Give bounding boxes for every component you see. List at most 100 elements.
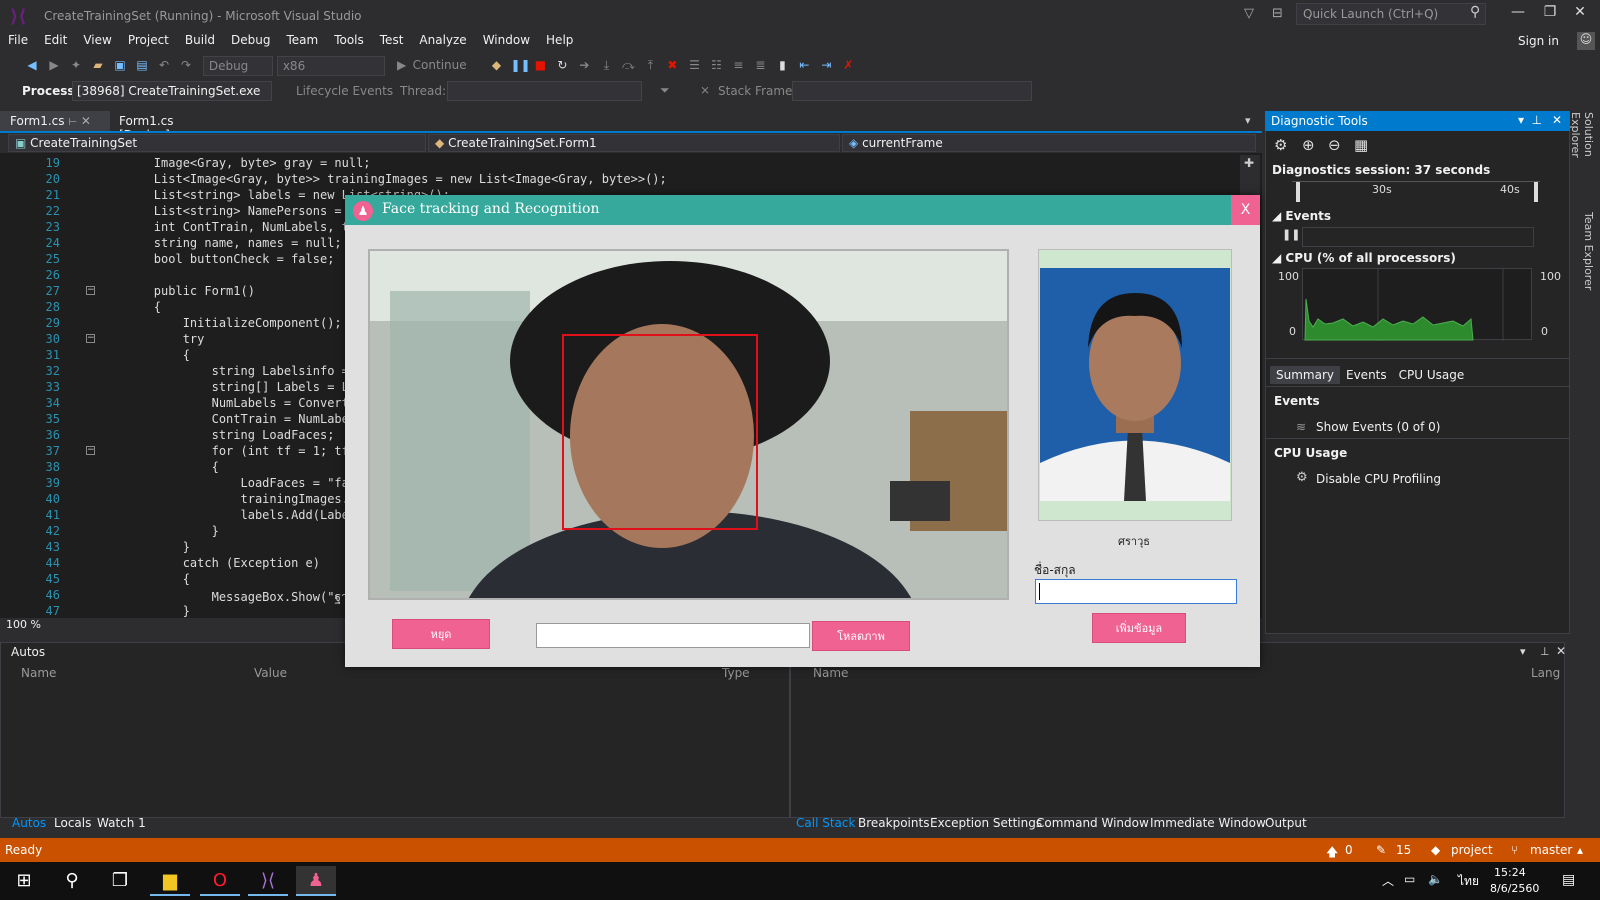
col-name[interactable]: Name <box>813 666 848 680</box>
windows-start-icon[interactable]: ⊞ <box>4 866 44 896</box>
code-line[interactable]: List<string> NamePersons = <box>96 204 342 218</box>
opera-browser-icon[interactable]: O <box>200 866 240 896</box>
code-line[interactable]: } <box>96 604 190 618</box>
solution-config-combo[interactable]: Debug <box>202 56 273 76</box>
col-type[interactable]: Type <box>722 666 750 680</box>
quick-launch-input[interactable]: Quick Launch (Ctrl+Q) <box>1296 3 1486 25</box>
menu-edit[interactable]: Edit <box>36 32 75 48</box>
code-line[interactable]: { <box>96 460 219 474</box>
events-section-header[interactable]: ◢ Events <box>1272 209 1331 223</box>
menu-window[interactable]: Window <box>475 32 538 48</box>
code-line[interactable]: } <box>96 540 190 554</box>
tab-form1-cs[interactable]: Form1.cs ⊢ ✕ <box>0 111 110 131</box>
branch-menu-icon[interactable]: ▴ <box>1577 843 1583 857</box>
file-explorer-icon[interactable]: ▆ <box>150 866 190 896</box>
menu-tools[interactable]: Tools <box>326 32 372 48</box>
lifecycle-events-button[interactable]: Lifecycle Events <box>296 84 393 98</box>
col-name[interactable]: Name <box>21 666 56 680</box>
code-line[interactable]: string LoadFaces; <box>96 428 335 442</box>
load-image-button[interactable]: โหลดภาพ <box>812 621 910 651</box>
code-line[interactable]: } <box>96 524 219 538</box>
attach-icon[interactable]: ◆ <box>488 57 504 73</box>
code-line[interactable]: labels.Add(Labe <box>96 508 348 522</box>
next-bookmark-icon[interactable]: ⇥ <box>818 57 834 73</box>
project-combo[interactable]: ▣ CreateTrainingSet <box>8 134 426 152</box>
forward-icon[interactable]: ▶ <box>46 57 62 73</box>
continue-play-icon[interactable]: ▶ <box>394 57 410 73</box>
zoom-combo[interactable]: 100 % <box>6 618 68 634</box>
collapse-toggle[interactable]: − <box>86 334 95 343</box>
menu-file[interactable]: File <box>0 32 36 48</box>
tab-events[interactable]: Events <box>1340 366 1393 384</box>
code-line[interactable]: string Labelsinfo = <box>96 364 349 378</box>
tab-summary[interactable]: Summary <box>1270 366 1340 384</box>
pause-icon[interactable]: ❚❚ <box>1282 228 1300 241</box>
tab-output[interactable]: Output <box>1265 816 1307 830</box>
tab-locals[interactable]: Locals <box>54 816 91 830</box>
code-line[interactable]: public Form1() <box>96 284 255 298</box>
code-line[interactable]: Image<Gray, byte> gray = null; <box>96 156 371 170</box>
code-line[interactable]: bool buttonCheck = false; <box>96 252 335 266</box>
new-project-icon[interactable]: ✦ <box>68 57 84 73</box>
search-icon[interactable]: ⚲ <box>1470 4 1480 20</box>
tray-chevron-icon[interactable]: ︿ <box>1382 872 1394 889</box>
image-path-input[interactable] <box>536 623 810 648</box>
code-line[interactable]: trainingImages. <box>96 492 348 506</box>
team-explorer-tab[interactable]: Team Explorer <box>1575 212 1595 302</box>
code-line[interactable]: for (int tf = 1; tf <box>96 444 349 458</box>
close-tab-icon[interactable]: ✕ <box>81 114 91 128</box>
cpu-usage-graph[interactable] <box>1302 268 1532 341</box>
zoom-in-icon[interactable]: ⊕ <box>1302 136 1315 154</box>
changes-count[interactable]: 15 <box>1396 843 1411 857</box>
thread-combo[interactable] <box>447 81 642 101</box>
code-line[interactable]: { <box>96 572 190 586</box>
outdent-icon[interactable]: ≣ <box>752 57 768 73</box>
menu-project[interactable]: Project <box>120 32 177 48</box>
tab-overflow-icon[interactable]: ▾ <box>1245 114 1251 127</box>
code-line[interactable]: string[] Labels = L <box>96 380 349 394</box>
disable-cpu-profiling-link[interactable]: Disable CPU Profiling <box>1316 472 1441 486</box>
tab-exception-settings[interactable]: Exception Settings <box>930 816 1042 830</box>
code-line[interactable]: { <box>96 300 161 314</box>
process-combo[interactable]: [38968] CreateTrainingSet.exe <box>72 81 272 101</box>
menu-help[interactable]: Help <box>538 32 581 48</box>
code-line[interactable]: string name, names = null; <box>96 236 342 250</box>
branch-name[interactable]: master <box>1530 843 1572 857</box>
back-icon[interactable]: ◀ <box>24 57 40 73</box>
flag-threads-icon[interactable]: ⏷ <box>660 83 670 98</box>
platform-combo[interactable]: x86 <box>276 56 385 76</box>
close-panel-icon[interactable]: ✕ <box>1552 113 1562 127</box>
tab-call-stack[interactable]: Call Stack <box>796 816 855 830</box>
menu-team[interactable]: Team <box>278 32 326 48</box>
code-line[interactable]: { <box>96 348 190 362</box>
break-all-icon[interactable]: ❚❚ <box>510 57 530 73</box>
show-next-statement-icon[interactable]: ➔ <box>576 57 592 73</box>
menu-build[interactable]: Build <box>177 32 223 48</box>
stop-debugging-icon[interactable]: ■ <box>532 57 548 73</box>
code-line[interactable]: List<Image<Gray, byte>> trainingImages =… <box>96 172 667 186</box>
save-all-icon[interactable]: ▤ <box>134 57 150 73</box>
continue-button[interactable]: Continue <box>413 58 467 72</box>
open-file-icon[interactable]: ▰ <box>90 57 106 73</box>
solution-explorer-tab[interactable]: Solution Explorer <box>1569 112 1595 202</box>
show-events-link[interactable]: Show Events (0 of 0) <box>1316 420 1440 434</box>
add-data-button[interactable]: เพิ่มข้อมูล <box>1092 613 1186 643</box>
tab-command-window[interactable]: Command Window <box>1036 816 1149 830</box>
tab-immediate-window[interactable]: Immediate Window <box>1150 816 1266 830</box>
collapse-toggle[interactable]: − <box>86 286 95 295</box>
member-combo[interactable]: ◈ currentFrame <box>842 134 1256 152</box>
zoom-out-icon[interactable]: ⊖ <box>1328 136 1341 154</box>
bookmark-icon[interactable]: ▮ <box>774 57 790 73</box>
pin-icon[interactable]: ⊢ <box>68 117 77 128</box>
tab-breakpoints[interactable]: Breakpoints <box>858 816 929 830</box>
collapse-toggle[interactable]: − <box>86 446 95 455</box>
pin-panel-icon[interactable]: ⊥ <box>1532 113 1542 127</box>
menu-debug[interactable]: Debug <box>223 32 278 48</box>
clear-bookmarks-icon[interactable]: ✗ <box>840 57 856 73</box>
tab-form1-design[interactable]: Form1.cs [Design] ⊢ <box>111 111 236 142</box>
code-line[interactable]: catch (Exception e) <box>96 556 320 570</box>
clock-time[interactable]: 15:24 <box>1494 866 1526 879</box>
code-line[interactable]: try <box>96 332 205 346</box>
task-view-icon[interactable]: ❐ <box>100 866 140 896</box>
col-value[interactable]: Value <box>254 666 287 680</box>
